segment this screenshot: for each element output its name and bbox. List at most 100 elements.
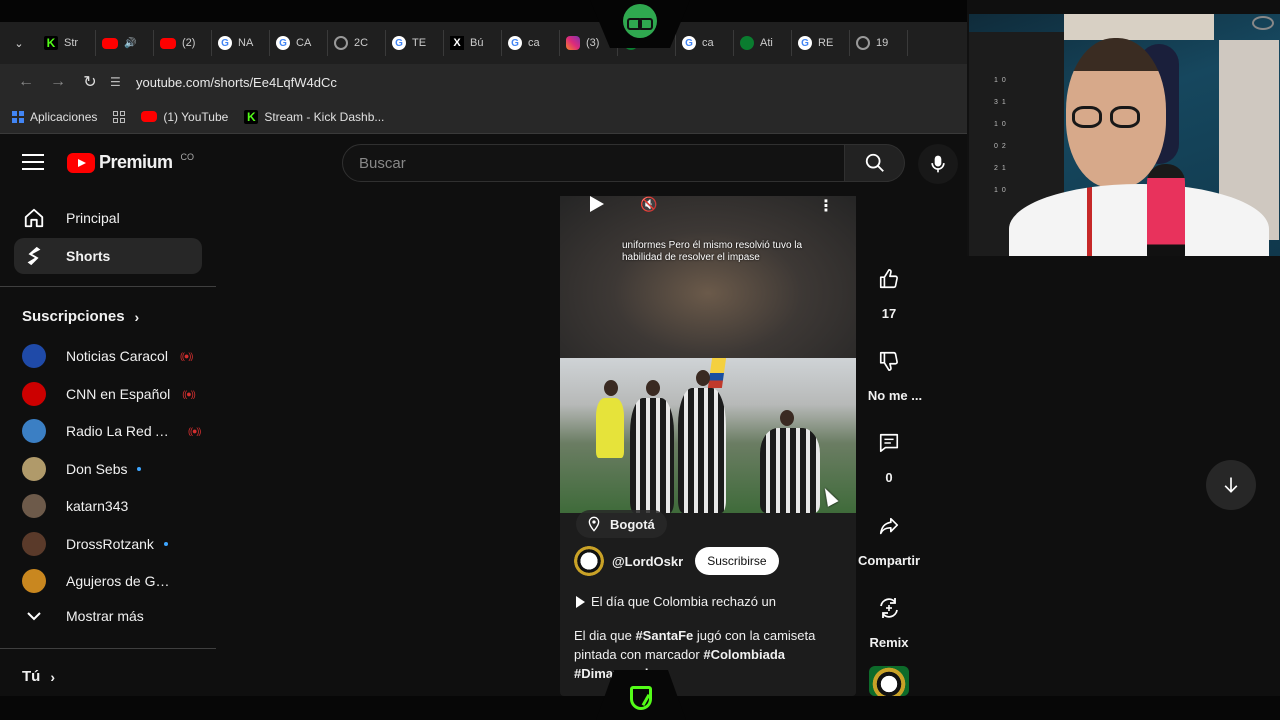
site-settings-icon[interactable]: ☰ <box>110 75 126 89</box>
arrow-down-icon <box>1224 477 1238 493</box>
youtube-premium-logo[interactable]: Premium CO <box>67 152 194 173</box>
muted-volume-icon[interactable]: 🔇 <box>640 196 657 213</box>
browser-tab[interactable]: Ati <box>734 30 792 56</box>
search-input[interactable] <box>359 154 844 172</box>
bookmark-apps-grid[interactable] <box>113 110 126 123</box>
google-icon: G <box>218 36 232 50</box>
subscription-item[interactable]: DrossRotzank <box>14 526 202 562</box>
tab-search-chevron-icon[interactable]: ⌄ <box>8 32 30 54</box>
subscription-item[interactable]: Don Sebs <box>14 451 202 487</box>
globe-icon <box>856 36 870 50</box>
subscribe-button[interactable]: Suscribirse <box>695 547 779 575</box>
hamburger-menu-icon[interactable] <box>22 154 44 170</box>
browser-tab[interactable]: 🔊 <box>96 30 154 56</box>
google-icon: G <box>798 36 812 50</box>
channel-avatar[interactable] <box>574 546 604 576</box>
subscription-item[interactable]: Radio La Red AM... ((●)) <box>14 413 202 449</box>
play-icon[interactable] <box>584 196 610 216</box>
subscription-item[interactable]: katarn343 <box>14 488 202 524</box>
youtube-icon <box>102 37 118 49</box>
search-button[interactable] <box>845 144 905 182</box>
back-button[interactable]: ← <box>10 68 42 96</box>
youtube-icon <box>160 37 176 49</box>
browser-tab[interactable]: Gca <box>502 30 560 56</box>
location-chip[interactable]: Bogotá <box>576 510 667 538</box>
like-action: 17 <box>866 256 912 321</box>
sidebar-item-shorts[interactable]: Shorts <box>14 238 202 274</box>
forward-button[interactable]: → <box>42 68 74 96</box>
dislike-button[interactable] <box>866 338 912 384</box>
poster-score-row: 1 0 <box>994 77 1007 84</box>
subscriptions-heading[interactable]: Suscripciones › <box>22 308 139 325</box>
bookmark-apps[interactable]: Aplicaciones <box>12 110 97 124</box>
sidebar-item-principal[interactable]: Principal <box>14 200 202 236</box>
channel-avatar <box>22 381 46 406</box>
share-icon <box>879 517 899 535</box>
referee <box>596 398 624 458</box>
subscription-item[interactable]: Noticias Caracol ((●)) <box>14 338 202 374</box>
next-short-button[interactable] <box>1206 460 1256 510</box>
share-label: Compartir <box>857 553 921 568</box>
you-heading[interactable]: Tú › <box>22 668 55 685</box>
live-indicator-icon: ((●)) <box>179 351 193 361</box>
hashtag-link[interactable]: #SantaFe <box>635 628 693 643</box>
comment-icon <box>879 433 899 453</box>
dislike-action: No me ... <box>866 338 922 403</box>
reload-button[interactable]: ↻ <box>74 68 106 96</box>
browser-tab[interactable]: 2C <box>328 30 386 56</box>
google-icon: G <box>276 36 290 50</box>
microphone-icon <box>931 155 945 173</box>
kick-icon: K <box>44 36 58 50</box>
share-button[interactable] <box>866 503 912 549</box>
browser-tab[interactable]: K Str <box>38 30 96 56</box>
voice-search-button[interactable] <box>918 144 958 184</box>
tab-audio-icon[interactable]: 🔊 <box>124 38 136 49</box>
poster-score-row: 2 1 <box>994 165 1007 172</box>
streamer-webcam: 1 0 3 1 1 0 0 2 2 1 1 0 <box>967 14 1280 256</box>
audio-source-avatar[interactable] <box>869 666 909 696</box>
bookmark-kick-dashboard[interactable]: K Stream - Kick Dashb... <box>244 109 384 124</box>
subscription-item[interactable]: CNN en Español ((●)) <box>14 376 202 412</box>
browser-tab[interactable]: 19 <box>850 30 908 56</box>
channel-name[interactable]: @LordOskr <box>612 554 683 569</box>
browser-tab[interactable]: G CA <box>270 30 328 56</box>
player <box>630 398 674 513</box>
live-indicator-icon: ((●)) <box>188 426 201 436</box>
poster-score-row: 0 2 <box>994 143 1007 150</box>
video-title: El día que Colombia rechazó un <box>591 594 777 609</box>
browser-tab[interactable]: (2) <box>154 30 212 56</box>
browser-tab[interactable]: X Bú <box>444 30 502 56</box>
dislike-label: No me ... <box>867 388 923 403</box>
browser-tab[interactable]: Gca <box>676 30 734 56</box>
new-content-dot <box>163 541 168 546</box>
channel-avatar <box>22 344 46 368</box>
instagram-icon <box>566 36 580 50</box>
like-button[interactable] <box>866 256 912 302</box>
browser-tab[interactable]: G RE <box>792 30 850 56</box>
x-icon: X <box>450 36 464 50</box>
search-box <box>342 144 845 182</box>
address-bar: ← → ↻ ☰ youtube.com/shorts/Ee4LqfW4dCc <box>0 64 967 100</box>
streamer-logo-icon <box>623 4 657 38</box>
more-options-icon[interactable]: ⋮ <box>818 196 834 216</box>
kick-icon: K <box>244 109 259 124</box>
browser-tab[interactable]: G NA <box>212 30 270 56</box>
live-indicator-icon: ((●)) <box>182 388 195 399</box>
video-title-row[interactable]: El día que Colombia rechazó un <box>576 594 776 609</box>
player <box>678 388 726 513</box>
bookmark-youtube[interactable]: (1) YouTube <box>141 110 228 124</box>
poster-score-row: 1 0 <box>994 121 1007 128</box>
remix-button[interactable] <box>866 585 912 631</box>
url-text[interactable]: youtube.com/shorts/Ee4LqfW4dCc <box>136 75 337 90</box>
channel-avatar <box>22 419 46 443</box>
hashtag-link[interactable]: #Colombiada <box>703 647 785 662</box>
browser-tab[interactable]: G TE <box>386 30 444 56</box>
comments-button[interactable] <box>866 420 912 466</box>
subscription-item[interactable]: Agujeros de Guion <box>14 563 202 599</box>
grid-icon <box>113 110 126 123</box>
search-icon <box>865 153 884 172</box>
shorts-player[interactable]: 🔇 ⋮ uniformes Pero él mismo resolvió tuv… <box>560 196 856 696</box>
remix-action: Remix <box>866 585 912 650</box>
player-head <box>646 380 660 396</box>
show-more-button[interactable]: Mostrar más <box>14 598 202 634</box>
